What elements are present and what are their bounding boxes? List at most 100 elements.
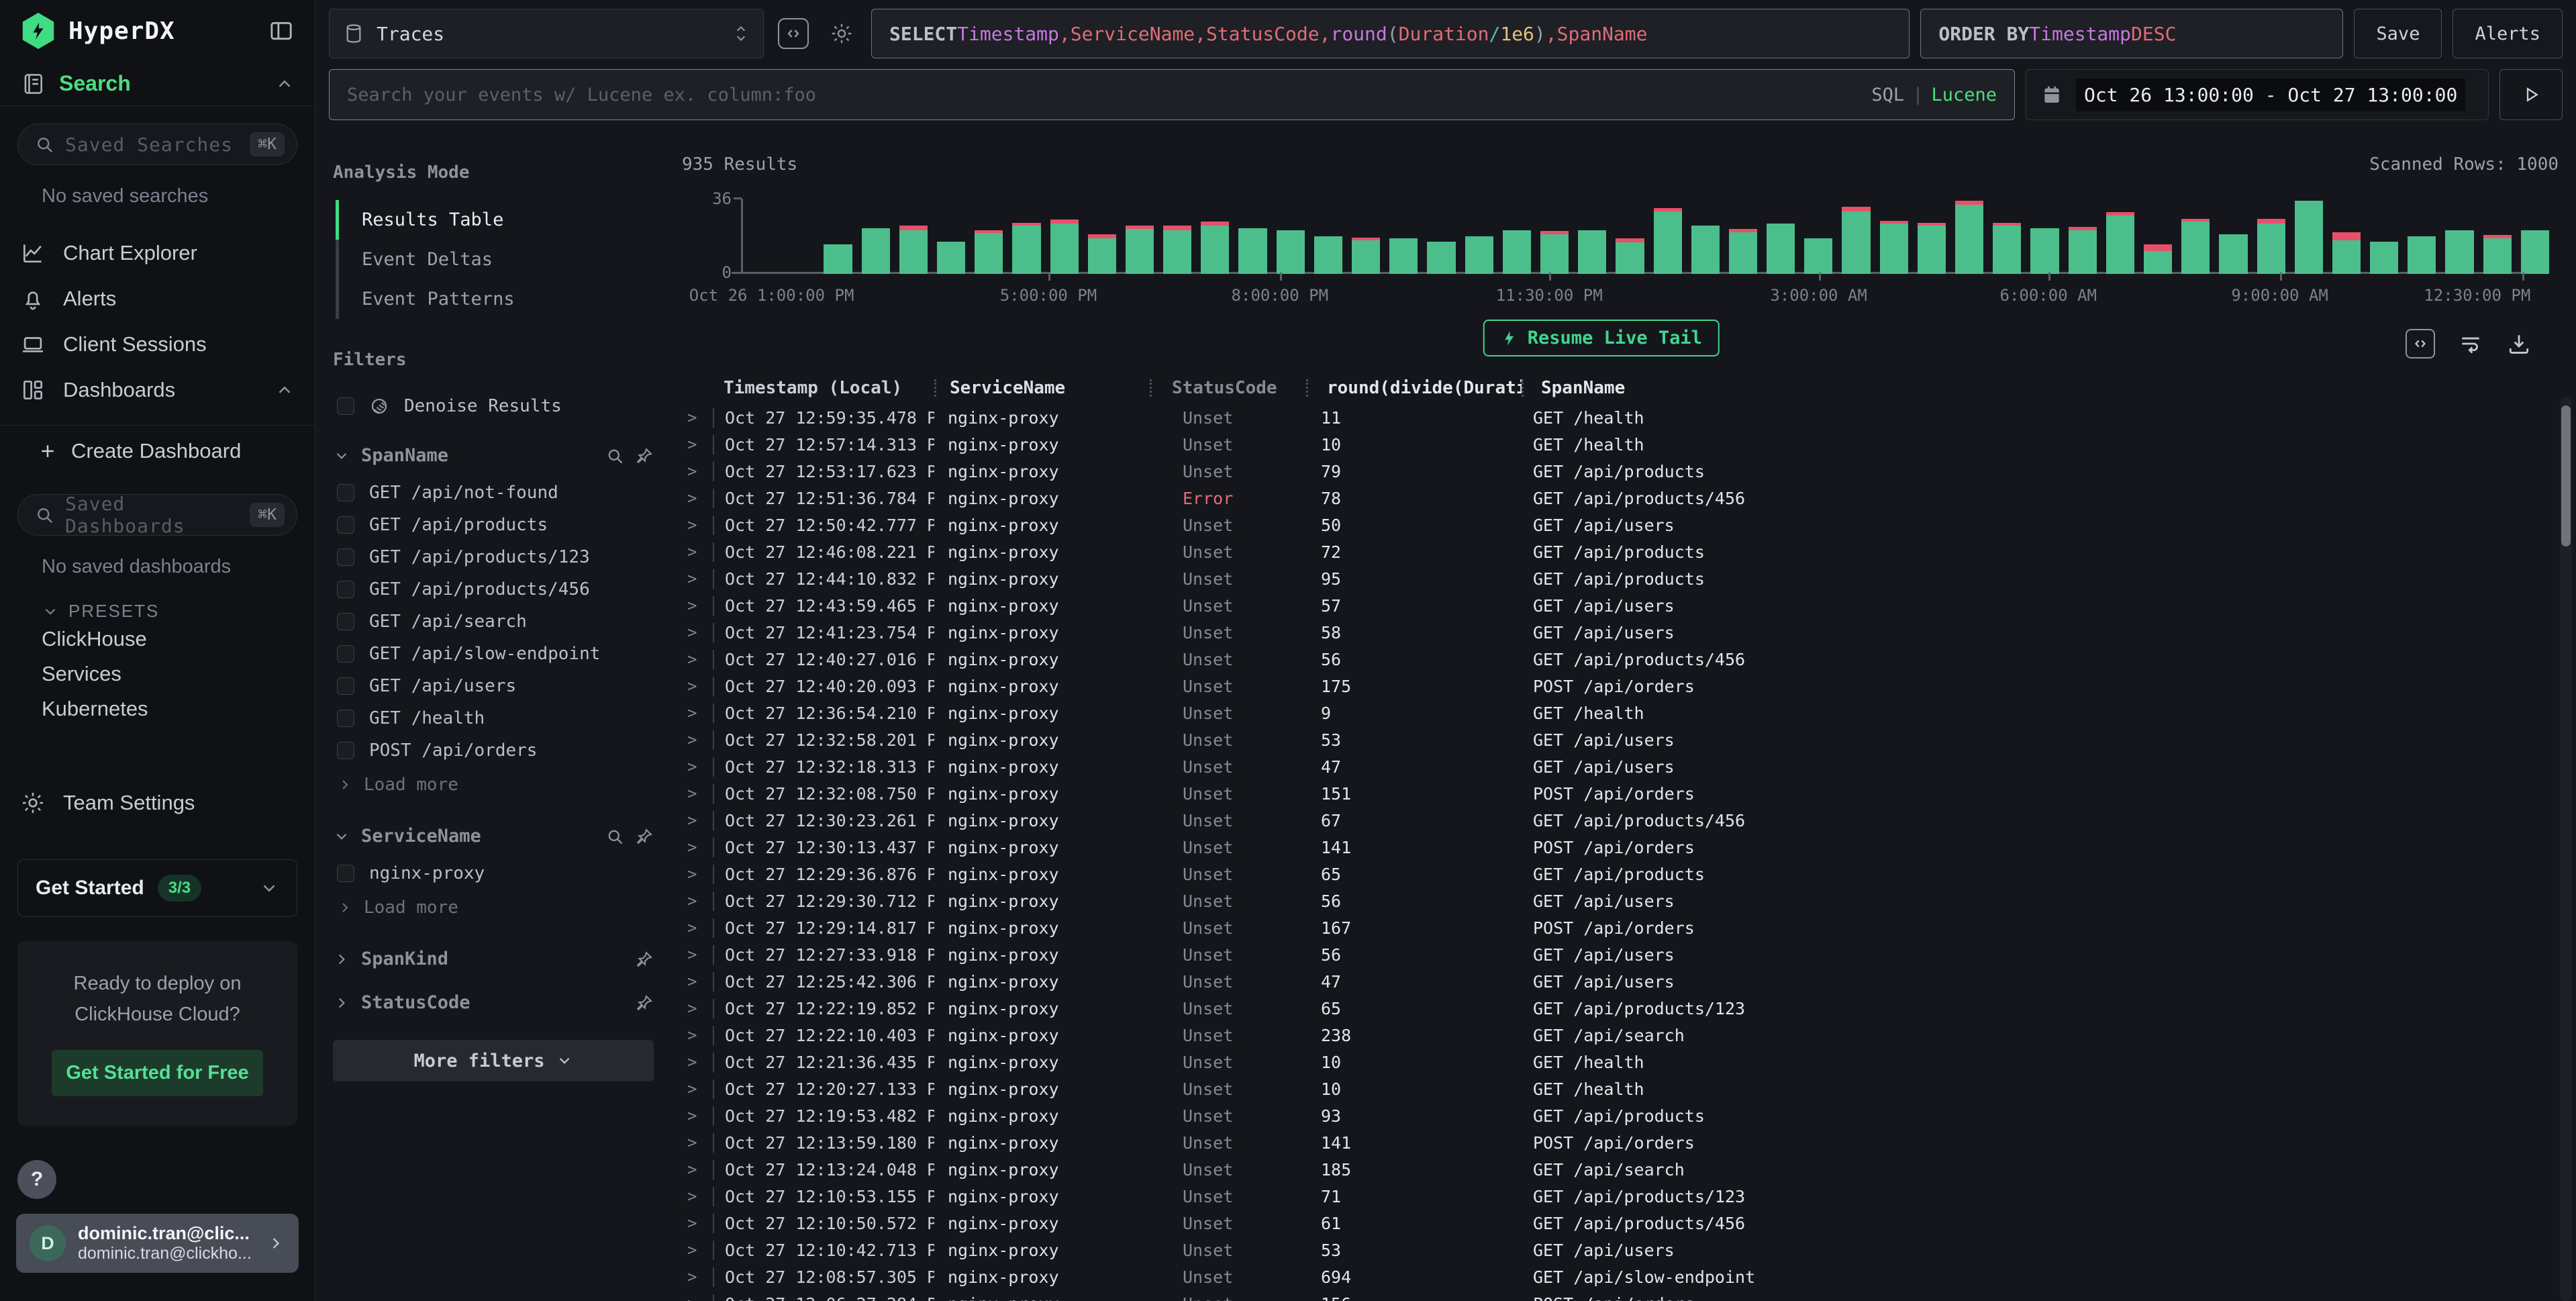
filter-option[interactable]: GET /api/search [333, 606, 654, 638]
histogram-bar[interactable] [2483, 199, 2512, 274]
row-expander[interactable]: > [682, 569, 713, 588]
sidebar-item-dashboards[interactable]: Dashboards [0, 367, 315, 413]
table-row[interactable]: >Oct 27 12:32:58.201 PMnginx-proxyUnset5… [682, 726, 2559, 753]
scrollbar-thumb[interactable] [2561, 405, 2571, 546]
histogram-bar[interactable] [1804, 199, 1832, 274]
histogram-bar[interactable] [1465, 199, 1493, 274]
histogram-bar[interactable] [1767, 199, 1795, 274]
table-row[interactable]: >Oct 27 12:36:54.210 PMnginx-proxyUnset9… [682, 700, 2559, 726]
histogram-bar[interactable] [1503, 199, 1531, 274]
row-expander[interactable]: > [682, 1214, 713, 1233]
table-row[interactable]: >Oct 27 12:22:10.403 PMnginx-proxyUnset2… [682, 1022, 2559, 1049]
column-servicename[interactable]: ServiceName [936, 378, 1150, 398]
presets-toggle[interactable]: PRESETS [42, 601, 315, 622]
histogram-bar[interactable] [1088, 199, 1116, 274]
table-row[interactable]: >Oct 27 12:32:08.750 PMnginx-proxyUnset1… [682, 780, 2559, 807]
table-row[interactable]: >Oct 27 12:44:10.832 PMnginx-proxyUnset9… [682, 565, 2559, 592]
checkbox[interactable] [337, 516, 354, 534]
filter-group-servicename[interactable]: ServiceName [333, 826, 654, 847]
events-histogram[interactable]: 36 0 Oct 26 1:00:00 PM5:00:00 PM8:00:00 … [682, 192, 2559, 305]
histogram-bar[interactable] [1050, 199, 1079, 274]
search-icon[interactable] [605, 827, 624, 846]
sidebar-item-team-settings[interactable]: Team Settings [0, 780, 315, 826]
histogram-bar[interactable] [1993, 199, 2021, 274]
table-row[interactable]: >Oct 27 12:29:36.876 PMnginx-proxyUnset6… [682, 861, 2559, 887]
language-toggle[interactable]: SQL|Lucene [1871, 85, 1997, 105]
histogram-bar[interactable] [1427, 199, 1455, 274]
orderby-input[interactable]: ORDER BY Timestamp DESC [1920, 9, 2343, 58]
filter-option[interactable]: GET /api/not-found [333, 477, 654, 509]
filter-option[interactable]: POST /api/orders [333, 734, 654, 767]
view-source-icon[interactable] [2406, 329, 2435, 358]
histogram-bar[interactable] [2332, 199, 2361, 274]
vertical-scrollbar[interactable] [2560, 397, 2572, 1301]
row-expander[interactable]: > [682, 704, 713, 722]
row-expander[interactable]: > [682, 945, 713, 964]
more-filters-button[interactable]: More filters [333, 1040, 654, 1081]
histogram-bar[interactable] [1691, 199, 1720, 274]
load-more-spannames[interactable]: Load more [333, 767, 654, 803]
histogram-bar[interactable] [1277, 199, 1305, 274]
filter-option[interactable]: GET /api/products [333, 509, 654, 541]
checkbox[interactable] [337, 645, 354, 663]
checkbox[interactable] [337, 865, 354, 882]
analysis-mode-results-table[interactable]: Results Table [336, 200, 654, 240]
table-row[interactable]: >Oct 27 12:46:08.221 PMnginx-proxyUnset7… [682, 538, 2559, 565]
pin-icon[interactable] [635, 446, 654, 465]
row-expander[interactable]: > [682, 1026, 713, 1045]
get-started-toggle[interactable]: Get Started 3/3 [17, 859, 297, 917]
table-row[interactable]: >Oct 27 12:32:18.313 PMnginx-proxyUnset4… [682, 753, 2559, 780]
filter-option[interactable]: GET /api/products/456 [333, 573, 654, 606]
table-row[interactable]: >Oct 27 12:19:53.482 PMnginx-proxyUnset9… [682, 1102, 2559, 1129]
row-expander[interactable]: > [682, 811, 713, 830]
row-expander[interactable]: > [682, 435, 713, 454]
histogram-bar[interactable] [2445, 199, 2473, 274]
row-expander[interactable]: > [682, 408, 713, 427]
create-dashboard-button[interactable]: Create Dashboard [0, 426, 315, 477]
histogram-bar[interactable] [975, 199, 1003, 274]
histogram-bar[interactable] [1842, 199, 1870, 274]
table-row[interactable]: >Oct 27 12:41:23.754 PMnginx-proxyUnset5… [682, 619, 2559, 646]
language-sql[interactable]: SQL [1871, 85, 1904, 105]
table-row[interactable]: >Oct 27 12:13:59.180 PMnginx-proxyUnset1… [682, 1129, 2559, 1156]
filter-group-statuscode[interactable]: StatusCode [333, 992, 654, 1013]
row-expander[interactable]: > [682, 489, 713, 508]
table-row[interactable]: >Oct 27 12:29:30.712 PMnginx-proxyUnset5… [682, 887, 2559, 914]
date-range-picker[interactable]: Oct 26 13:00:00 - Oct 27 13:00:00 [2026, 69, 2489, 120]
histogram-bar[interactable] [1352, 199, 1380, 274]
preset-services[interactable]: Services [42, 657, 315, 691]
sidebar-item-alerts[interactable]: Alerts [0, 276, 315, 322]
table-row[interactable]: >Oct 27 12:20:27.133 PMnginx-proxyUnset1… [682, 1075, 2559, 1102]
histogram-bar[interactable] [2144, 199, 2172, 274]
row-expander[interactable]: > [682, 462, 713, 481]
histogram-bar[interactable] [1955, 199, 1983, 274]
search-icon[interactable] [605, 446, 624, 465]
histogram-bar[interactable] [899, 199, 928, 274]
row-expander[interactable]: > [682, 1187, 713, 1206]
filter-option[interactable]: GET /api/slow-endpoint [333, 638, 654, 670]
row-expander[interactable]: > [682, 516, 713, 534]
row-expander[interactable]: > [682, 1160, 713, 1179]
filter-option[interactable]: GET /api/products/123 [333, 541, 654, 573]
histogram-bar[interactable] [1163, 199, 1191, 274]
table-row[interactable]: >Oct 27 12:21:36.435 PMnginx-proxyUnset1… [682, 1049, 2559, 1075]
table-row[interactable]: >Oct 27 12:40:20.093 PMnginx-proxyUnset1… [682, 673, 2559, 700]
resume-live-tail-button[interactable]: Resume Live Tail [1483, 320, 1720, 356]
column-spanname[interactable]: SpanName [1524, 378, 2559, 398]
histogram-bar[interactable] [748, 199, 777, 274]
row-expander[interactable]: > [682, 1079, 713, 1098]
preset-kubernetes[interactable]: Kubernetes [42, 691, 315, 726]
table-row[interactable]: >Oct 27 12:10:53.155 PMnginx-proxyUnset7… [682, 1183, 2559, 1210]
load-more-services[interactable]: Load more [333, 889, 654, 926]
saved-searches-input[interactable]: Saved Searches ⌘K [17, 124, 297, 165]
row-expander[interactable]: > [682, 1106, 713, 1125]
alerts-button[interactable]: Alerts [2453, 9, 2563, 58]
user-menu[interactable]: D dominic.tran@clic... dominic.tran@clic… [16, 1214, 299, 1273]
column-duration[interactable]: round(divide(Duration, [1308, 378, 1522, 398]
histogram-bar[interactable] [786, 199, 814, 274]
sidebar-item-chart-explorer[interactable]: Chart Explorer [0, 230, 315, 276]
row-expander[interactable]: > [682, 1294, 713, 1301]
row-expander[interactable]: > [682, 972, 713, 991]
row-expander[interactable]: > [682, 999, 713, 1018]
row-expander[interactable]: > [682, 623, 713, 642]
